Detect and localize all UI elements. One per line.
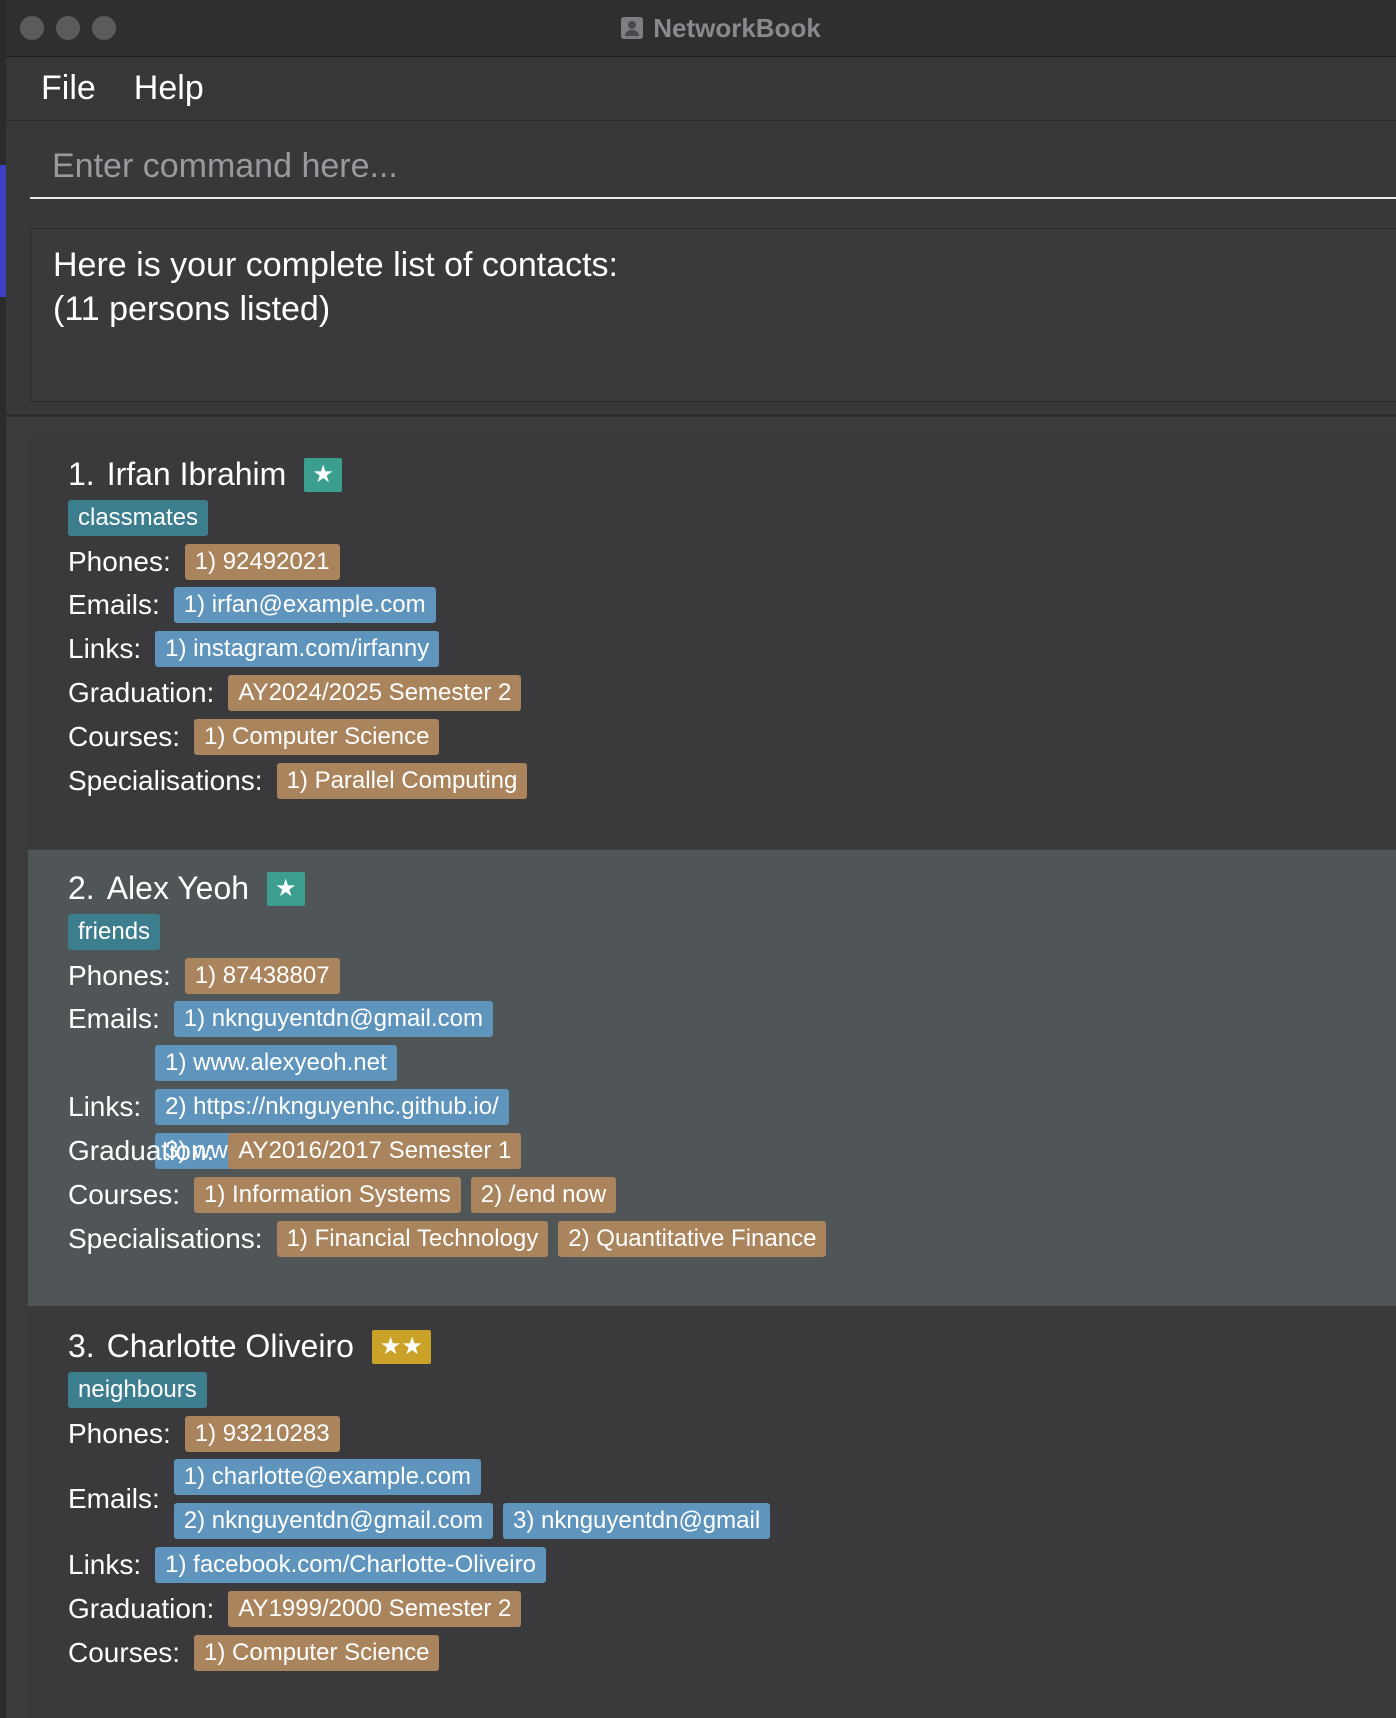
links-label: Links: xyxy=(68,633,142,664)
tag-chip: neighbours xyxy=(68,1372,207,1408)
link-chip[interactable]: 1) facebook.com/Charlotte-Oliveiro xyxy=(155,1547,546,1583)
window-title-group: NetworkBook xyxy=(6,0,1396,56)
emails-row: Emails: 1) nknguyentdn@gmail.com xyxy=(68,1001,493,1037)
graduation-label: Graduation: xyxy=(68,1135,215,1166)
specialisations-label: Specialisations: xyxy=(68,1223,263,1254)
tags-row: friends xyxy=(68,914,161,950)
menu-bar: File Help xyxy=(6,57,1396,121)
graduation-row: Graduation: AY2024/2025 Semester 2 xyxy=(68,675,522,711)
graduation-chip: AY2016/2017 Semester 1 xyxy=(228,1133,522,1169)
contact-name-row: 3. Charlotte Oliveiro ★★ xyxy=(68,1328,431,1365)
menu-file[interactable]: File xyxy=(41,69,96,108)
emails-row: Emails: 1) irfan@example.com xyxy=(68,587,436,623)
courses-row: Courses: 1) Computer Science xyxy=(68,719,440,755)
contact-card[interactable]: 3. Charlotte Oliveiro ★★ neighbours Phon… xyxy=(28,1308,1396,1718)
contact-index: 1. xyxy=(68,456,95,492)
phones-row: Phones: 1) 92492021 xyxy=(68,544,340,580)
command-input[interactable] xyxy=(30,135,1396,199)
menu-help[interactable]: Help xyxy=(134,69,204,108)
result-line-1: Here is your complete list of contacts: xyxy=(53,246,619,284)
courses-row: Courses: 1) Information Systems 2) /end … xyxy=(68,1177,617,1213)
emails-label: Emails: xyxy=(68,589,160,620)
tag-chip: classmates xyxy=(68,500,209,536)
contact-index: 3. xyxy=(68,1328,95,1364)
email-chip[interactable]: 2) nknguyentdn@gmail.com xyxy=(173,1503,493,1539)
contact-list[interactable]: 1. Irfan Ibrahim ★ classmates Phones: 1)… xyxy=(6,418,1396,1718)
email-chip[interactable]: 1) irfan@example.com xyxy=(173,587,436,623)
window-title: NetworkBook xyxy=(653,12,821,43)
app-window: NetworkBook File Help Here is your compl… xyxy=(6,0,1396,1718)
result-line-2: (11 persons listed) xyxy=(53,290,331,328)
title-bar: NetworkBook xyxy=(6,0,1396,57)
contact-name-row: 1. Irfan Ibrahim ★ xyxy=(68,456,342,493)
contact-card-selected[interactable]: 2. Alex Yeoh ★ friends Phones: 1) 874388… xyxy=(28,850,1396,1306)
emails-row: Emails: 1) charlotte@example.com 2) nkng… xyxy=(68,1459,774,1539)
specialisations-row: Specialisations: 1) Financial Technology… xyxy=(68,1221,827,1257)
graduation-row: Graduation: AY2016/2017 Semester 1 xyxy=(68,1133,522,1169)
graduation-row: Graduation: AY1999/2000 Semester 2 xyxy=(68,1591,522,1627)
links-row: Links: 1) instagram.com/irfanny xyxy=(68,631,440,667)
courses-label: Courses: xyxy=(68,1179,181,1210)
link-chip[interactable]: 2) https://nknguyenhc.github.io/ xyxy=(155,1089,509,1125)
contact-name: Alex Yeoh xyxy=(106,870,250,906)
contact-card-icon xyxy=(621,17,644,39)
specialisations-row: Specialisations: 1) Parallel Computing xyxy=(68,763,528,799)
specialisation-chip: 1) Parallel Computing xyxy=(276,763,528,799)
links-label: Links: xyxy=(68,1091,142,1122)
email-chip[interactable]: 3) nknguyentdn@gmail xyxy=(502,1503,771,1539)
phone-chip: 1) 92492021 xyxy=(184,544,340,580)
contact-card[interactable]: 1. Irfan Ibrahim ★ classmates Phones: 1)… xyxy=(28,436,1396,848)
links-row: Links: 1) facebook.com/Charlotte-Oliveir… xyxy=(68,1547,546,1583)
tags-row: classmates xyxy=(68,500,209,536)
priority-star-icon: ★★ xyxy=(371,1329,431,1364)
course-chip: 1) Information Systems xyxy=(194,1177,461,1213)
graduation-chip: AY2024/2025 Semester 2 xyxy=(228,675,522,711)
priority-star-icon: ★ xyxy=(304,457,342,492)
email-chip[interactable]: 1) charlotte@example.com xyxy=(173,1459,481,1495)
graduation-label: Graduation: xyxy=(68,1593,215,1624)
link-chip[interactable]: 1) instagram.com/irfanny xyxy=(155,631,440,667)
email-chip[interactable]: 1) nknguyentdn@gmail.com xyxy=(173,1001,493,1037)
course-chip: 2) /end now xyxy=(470,1177,617,1213)
result-display: Here is your complete list of contacts: … xyxy=(30,228,1396,402)
phones-row: Phones: 1) 93210283 xyxy=(68,1416,340,1452)
phone-chip: 1) 87438807 xyxy=(184,958,340,994)
links-label: Links: xyxy=(68,1549,142,1580)
link-chip[interactable]: 1) www.alexyeoh.net xyxy=(155,1045,397,1081)
course-chip: 1) Computer Science xyxy=(194,1635,440,1671)
phone-chip: 1) 93210283 xyxy=(184,1416,340,1452)
specialisation-chip: 2) Quantitative Finance xyxy=(558,1221,827,1257)
phones-label: Phones: xyxy=(68,546,171,577)
phones-label: Phones: xyxy=(68,1418,171,1449)
graduation-label: Graduation: xyxy=(68,677,215,708)
tags-row: neighbours xyxy=(68,1372,207,1408)
contact-name: Charlotte Oliveiro xyxy=(106,1328,354,1364)
contact-name-row: 2. Alex Yeoh ★ xyxy=(68,870,305,907)
courses-label: Courses: xyxy=(68,1637,181,1668)
course-chip: 1) Computer Science xyxy=(194,719,440,755)
phones-row: Phones: 1) 87438807 xyxy=(68,958,340,994)
phones-label: Phones: xyxy=(68,960,171,991)
result-display-area: Here is your complete list of contacts: … xyxy=(6,218,1396,417)
courses-label: Courses: xyxy=(68,721,181,752)
contact-index: 2. xyxy=(68,870,95,906)
specialisation-chip: 1) Financial Technology xyxy=(276,1221,549,1257)
courses-row: Courses: 1) Computer Science xyxy=(68,1635,440,1671)
emails-label: Emails: xyxy=(68,1003,160,1034)
emails-label: Emails: xyxy=(68,1483,160,1514)
tag-chip: friends xyxy=(68,914,161,950)
contact-name: Irfan Ibrahim xyxy=(106,456,287,492)
specialisations-label: Specialisations: xyxy=(68,765,263,796)
priority-star-icon: ★ xyxy=(267,871,305,906)
command-box-area xyxy=(6,121,1396,217)
graduation-chip: AY1999/2000 Semester 2 xyxy=(228,1591,522,1627)
